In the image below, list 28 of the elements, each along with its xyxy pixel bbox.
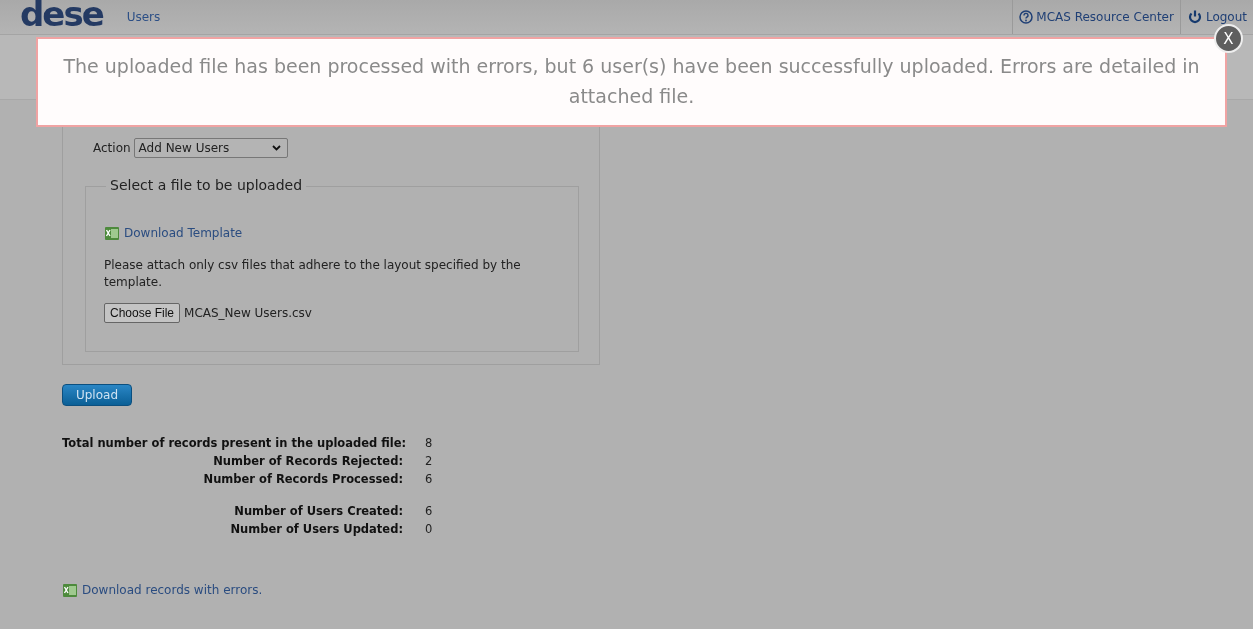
spreadsheet-icon	[62, 582, 78, 598]
hint-text: Please attach only csv files that adhere to the layout specified by the template.	[104, 257, 522, 291]
stat-label: Number of Records Rejected:	[212, 454, 403, 468]
header-link[interactable]: MCAS Resource Center	[1012, 0, 1180, 34]
logo: dese	[20, 0, 103, 31]
fieldset-legend: Select a file to be uploaded	[106, 177, 307, 193]
stat-value: 2	[425, 454, 434, 468]
spreadsheet-icon	[104, 225, 120, 241]
section-title: Users	[126, 10, 161, 24]
stat-value: 8	[425, 436, 434, 450]
help-icon	[1019, 10, 1034, 24]
choose-file-button[interactable]: Choose File	[104, 303, 181, 323]
download-template-link[interactable]: Download Template	[104, 225, 243, 241]
action-label: Action	[93, 141, 131, 155]
alert-message: The uploaded file has been processed with errors, but 6 user(s) have been successfully uploaded. Errors are detailed in attached file.	[62, 54, 1201, 109]
stat-value: 6	[425, 504, 434, 518]
download-errors-link[interactable]: Download records with errors.	[62, 582, 263, 598]
power-icon	[1186, 9, 1203, 25]
stat-value: 6	[425, 472, 434, 486]
stat-value: 0	[425, 522, 434, 536]
stat-label: Number of Users Created:	[233, 504, 403, 518]
action-select[interactable]: Add New Users	[133, 138, 288, 158]
stat-label: Number of Users Updated:	[229, 522, 403, 536]
file-name: MCAS_New Users.csv	[184, 306, 312, 320]
chevron-down-icon	[271, 145, 281, 151]
upload-button[interactable]: Upload	[62, 384, 132, 406]
stat-label: Total number of records present in the uploaded file:	[62, 436, 403, 450]
stat-label: Number of Records Processed:	[202, 472, 403, 486]
